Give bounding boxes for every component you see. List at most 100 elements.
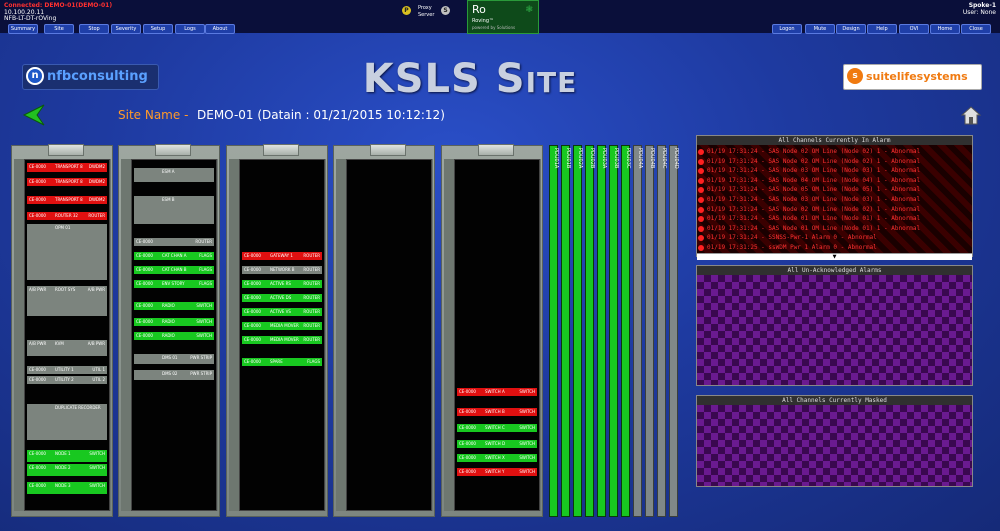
rack-device[interactable]: CE-0000 SPARE FLAGS (242, 358, 322, 366)
alarm-row[interactable]: 01/19 17:31:24 - SSNSS-Pwr-1 Alarm 0 - A… (697, 233, 972, 243)
rack-device[interactable]: A/B PWR KVM A/B PWR (27, 340, 107, 356)
alarm-row[interactable]: 01/19 17:31:24 - SAS Node 02 OM Line (No… (697, 147, 972, 157)
rack-4[interactable] (333, 144, 435, 517)
device-name: ROOT SYS (55, 287, 76, 292)
back-arrow-icon[interactable] (22, 104, 46, 126)
nav-help-button[interactable]: Help (867, 24, 897, 34)
home-icon[interactable] (960, 104, 982, 126)
device-name: ESM B (162, 197, 175, 202)
nav-ovi-button[interactable]: OVI (899, 24, 929, 34)
rack-device[interactable]: CE-0000 MEDIA MOVER ROUTER (242, 322, 322, 330)
alarm-row[interactable]: 01/19 17:31:24 - SAS Node 05 OM Line (No… (697, 185, 972, 195)
device-type: UTIL 2 (92, 377, 105, 382)
nav-design-button[interactable]: Design (836, 24, 866, 34)
rack-device[interactable]: CE-0000 UTILITY 2 UTIL 2 (27, 376, 107, 384)
alarm-row[interactable]: 01/19 17:31:25 - ssWDM Pwr 1 Alarm 0 - A… (697, 243, 972, 253)
pdu-strip[interactable]: PDU04C (657, 145, 667, 517)
rack-device[interactable]: A/B PWR ROOT SYS A/B PWR (27, 286, 107, 316)
alarm-row[interactable]: 01/19 17:31:24 - SAS Node 02 OM Line (No… (697, 205, 972, 215)
rack-device[interactable]: CE-0000 NETWORK B ROUTER (242, 266, 322, 274)
nav-logs-button[interactable]: Logs (175, 24, 205, 34)
nav-summary-button[interactable]: Summary (8, 24, 38, 34)
rack-device[interactable]: CE-0000 SWITCH A SWITCH (457, 388, 537, 396)
alarm-text: 01/19 17:31:24 - SAS Node 02 OM Line (No… (707, 157, 921, 165)
device-id: CE-0000 (29, 451, 46, 456)
pdu-strip[interactable]: PDU01B (561, 145, 571, 517)
rack-device[interactable]: DUPLICATE RECORDER (27, 404, 107, 440)
rack-device[interactable]: CE-0000 RADIO SWITCH (134, 318, 214, 326)
nav-site-button[interactable]: Site (44, 24, 74, 34)
pdu-strip[interactable]: PDU02A (573, 145, 583, 517)
device-type: SWITCH (519, 409, 535, 414)
rack-device[interactable]: CE-0000 RADIO SWITCH (134, 332, 214, 340)
device-type: ROUTER (303, 267, 320, 272)
rack-1[interactable]: CE-0000 TRANSPORT 8 DWDM2 CE-0000 TRANSPORT … (11, 144, 113, 517)
rack-device[interactable]: CE-0000 ROUTER 32 ROUTER (27, 212, 107, 220)
rack-device[interactable]: CE-0000 SWITCH X SWITCH (457, 454, 537, 462)
rack-device[interactable]: CE-0000 ACTIVE VS ROUTER (242, 308, 322, 316)
device-name: NODE 1 (55, 451, 71, 456)
rack-device[interactable]: CE-0000 SWITCH Y SWITCH (457, 468, 537, 476)
server-circle-icon: S (441, 6, 450, 15)
device-name: SWITCH B (485, 409, 505, 414)
pdu-strip[interactable]: PDU03A (597, 145, 607, 517)
rack-device[interactable]: CE-0000 ACTIVE RS ROUTER (242, 280, 322, 288)
alarm-row[interactable]: 01/19 17:31:24 - SAS Node 03 OM Line (No… (697, 166, 972, 176)
rack-device[interactable]: CE-0000 NODE 1 SWITCH (27, 450, 107, 462)
pdu-strip[interactable]: PDU03C (621, 145, 631, 517)
rack-device[interactable]: CE-0000 SWITCH D SWITCH (457, 440, 537, 448)
pdu-strip[interactable]: PDU04A (633, 145, 643, 517)
suitelife-systems-logo: s suitelifesystems (843, 64, 982, 90)
pdu-strip[interactable]: PDU04D (669, 145, 679, 517)
rack-unit-numbers (121, 159, 131, 511)
device-type: ROUTER (88, 213, 105, 218)
alarm-row[interactable]: 01/19 17:31:24 - SAS Node 01 OM Line (No… (697, 224, 972, 234)
alarm-row[interactable]: 01/19 17:31:24 - SAS Node 02 OM Line (No… (697, 157, 972, 167)
pdu-strip[interactable]: PDU03B (609, 145, 619, 517)
rack-device[interactable]: ESM A (134, 168, 214, 182)
alarm-row[interactable]: 01/19 17:31:24 - SAS Node 03 OM Line (No… (697, 195, 972, 205)
nav-home-button[interactable]: Home (930, 24, 960, 34)
rack-device[interactable]: CE-0000 NODE 2 SWITCH (27, 464, 107, 476)
rack-device[interactable]: OPM 01 (27, 224, 107, 280)
rack-device[interactable]: CE-0000 CAT CHAN A FLAGS (134, 252, 214, 260)
rack-3[interactable]: CE-0000 GATEWAY 1 ROUTER CE-0000 NETWORK B RO… (226, 144, 328, 517)
spoke-name: Spoke-1 (968, 2, 996, 9)
nav-stop-button[interactable]: Stop (79, 24, 109, 34)
pdu-strip[interactable]: PDU02B (585, 145, 595, 517)
nav-about-button[interactable]: About (205, 24, 235, 34)
rack-device[interactable]: CE-0000 TRANSPORT 8 DWDM2 (27, 196, 107, 204)
rack-2[interactable]: ESM A ESM B CE-0000 ROUTER CE-0000 CAT CHAN A… (118, 144, 220, 517)
proxy-label: Proxy (418, 5, 432, 11)
alarm-row[interactable]: 01/19 17:31:24 - SAS Node 01 OM Line (No… (697, 214, 972, 224)
rack-device[interactable]: CE-0000 RADIO SWITCH (134, 302, 214, 310)
nav-logon-button[interactable]: Logon (772, 24, 802, 34)
nav-setup-button[interactable]: Setup (143, 24, 173, 34)
rack-device[interactable]: CE-0000 GATEWAY 1 ROUTER (242, 252, 322, 260)
rack-device[interactable]: CE-0000 TRANSPORT 8 DWDM2 (27, 178, 107, 186)
rack-device[interactable]: DMS 02 PWR STRIP (134, 370, 214, 380)
rack-device[interactable]: ESM B (134, 196, 214, 224)
alarm-row[interactable]: 01/19 17:31:24 - SAS Node 04 OM Line (No… (697, 176, 972, 186)
rack-device[interactable]: CE-0000 ENV STORY FLAGS (134, 280, 214, 288)
rack-device[interactable]: CE-0000 NODE 3 SWITCH (27, 482, 107, 494)
pdu-strip[interactable]: PDU04B (645, 145, 655, 517)
nav-severity-button[interactable]: Severity (111, 24, 141, 34)
pdu-strip[interactable]: PDU01A (549, 145, 559, 517)
device-name: GATEWAY 1 (270, 253, 293, 258)
rack-unit-numbers (14, 159, 24, 511)
rack-device[interactable]: CE-0000 TRANSPORT 8 DWDM2 (27, 163, 107, 172)
rack-5[interactable]: CE-0000 SWITCH A SWITCH CE-0000 SWITCH B SWIT… (441, 144, 543, 517)
nav-mute-button[interactable]: Mute (805, 24, 835, 34)
rack-device[interactable]: CE-0000 SWITCH C SWITCH (457, 424, 537, 432)
rack-device[interactable]: CE-0000 MEDIA MOVER ROUTER (242, 336, 322, 344)
rack-device[interactable]: CE-0000 SWITCH B SWITCH (457, 408, 537, 416)
rack-device[interactable]: CE-0000 ACTIVE DS ROUTER (242, 294, 322, 302)
rack-device[interactable]: CE-0000 UTILITY 1 UTIL 1 (27, 366, 107, 374)
rack-device[interactable]: CE-0000 CAT CHAN B FLAGS (134, 266, 214, 274)
rack-device[interactable]: CE-0000 ROUTER (134, 238, 214, 246)
pdu-label: PDU04D (673, 148, 679, 169)
nav-close-button[interactable]: Close (961, 24, 991, 34)
alarms-scroll-down[interactable]: ▼ (697, 253, 972, 260)
rack-device[interactable]: DMS 01 PWR STRIP (134, 354, 214, 364)
